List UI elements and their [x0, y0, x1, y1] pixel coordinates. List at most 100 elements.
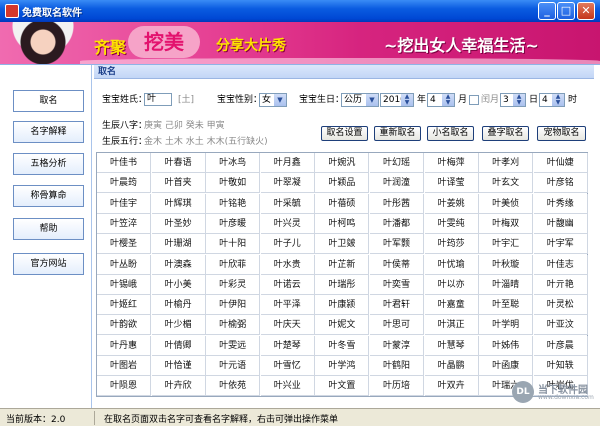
name-cell[interactable]: 叶知轶: [533, 356, 588, 376]
name-cell[interactable]: 叶冰鸟: [206, 153, 261, 173]
name-cell[interactable]: 叶蒙淳: [370, 335, 424, 356]
name-cell[interactable]: 叶韵欲: [97, 315, 151, 336]
nav-name-explain[interactable]: 名字解释: [13, 121, 84, 143]
gender-select[interactable]: 女 ▼: [259, 93, 287, 107]
name-cell[interactable]: 叶妮文: [315, 315, 370, 336]
rename-button[interactable]: 重新取名: [374, 126, 421, 141]
nickname-button[interactable]: 小名取名: [427, 126, 474, 141]
name-cell[interactable]: 叶姜姚: [424, 193, 479, 214]
name-cell[interactable]: 叶兴灵: [260, 213, 315, 234]
double-char-button[interactable]: 叠字取名: [482, 126, 529, 141]
name-cell[interactable]: 叶诺云: [260, 274, 315, 295]
name-cell[interactable]: 叶梅双: [479, 213, 534, 234]
name-cell[interactable]: 叶铭艳: [206, 193, 261, 214]
month-stepper[interactable]: 4 ▲ ▼: [427, 93, 455, 107]
name-cell[interactable]: 叶军颢: [370, 234, 424, 255]
name-cell[interactable]: 叶楚琴: [260, 335, 315, 356]
name-cell[interactable]: 叶水贵: [260, 254, 315, 275]
name-cell[interactable]: 叶芷新: [315, 254, 370, 275]
name-cell[interactable]: 叶亚汶: [533, 315, 588, 336]
name-cell[interactable]: 叶恰谨: [151, 356, 206, 376]
name-cell[interactable]: 叶卫皴: [315, 234, 370, 255]
name-cell[interactable]: 叶学鸿: [315, 356, 370, 376]
name-cell[interactable]: 叶幻瑶: [370, 153, 424, 173]
name-cell[interactable]: 叶彤茜: [370, 193, 424, 214]
name-cell[interactable]: 叶樱圣: [97, 234, 151, 255]
name-cell[interactable]: 叶小美: [151, 274, 206, 295]
name-cell[interactable]: 叶榆丹: [151, 295, 206, 316]
name-cell[interactable]: 叶嘉童: [424, 295, 479, 316]
nav-five-grid[interactable]: 五格分析: [13, 153, 84, 175]
calendar-select[interactable]: 公历 ▼: [341, 93, 379, 107]
name-cell[interactable]: 叶彦晨: [533, 335, 588, 356]
name-cell[interactable]: 叶淇正: [424, 315, 479, 336]
name-cell[interactable]: 叶晶鹏: [424, 356, 479, 376]
name-cell[interactable]: 叶梅萍: [424, 153, 479, 173]
name-cell[interactable]: 叶馥幽: [533, 213, 588, 234]
name-cell[interactable]: 叶玄文: [479, 173, 534, 194]
name-cell[interactable]: 叶秀缘: [533, 193, 588, 214]
close-button[interactable]: ✕: [577, 2, 595, 20]
name-cell[interactable]: 叶柯鸣: [315, 213, 370, 234]
name-cell[interactable]: 叶瑞彤: [315, 274, 370, 295]
name-cell[interactable]: 叶彦铭: [533, 173, 588, 194]
name-cell[interactable]: 叶双卉: [424, 376, 479, 397]
nav-help[interactable]: 帮助: [13, 218, 84, 240]
name-cell[interactable]: 叶美侦: [479, 193, 534, 214]
name-cell[interactable]: 叶敬如: [206, 173, 261, 194]
banner-ad[interactable]: 齐聚 挖美 分享大片秀 ~挖出女人幸福生活~: [0, 22, 600, 64]
name-cell[interactable]: 叶采毓: [260, 193, 315, 214]
nav-bone-weight[interactable]: 称骨算命: [13, 185, 84, 207]
name-cell[interactable]: 叶侯蒂: [370, 254, 424, 275]
name-cell[interactable]: 叶元语: [206, 356, 261, 376]
name-cell[interactable]: 叶文置: [315, 376, 370, 397]
name-cell[interactable]: 叶康颍: [315, 295, 370, 316]
name-cell[interactable]: 叶亓艳: [533, 274, 588, 295]
name-cell[interactable]: 叶雯纯: [424, 213, 479, 234]
name-cell[interactable]: 叶仙婕: [533, 153, 588, 173]
naming-settings-button[interactable]: 取名设置: [321, 126, 368, 141]
name-cell[interactable]: 叶思可: [370, 315, 424, 336]
surname-input[interactable]: 叶: [144, 93, 172, 106]
name-cell[interactable]: 叶圣妙: [151, 213, 206, 234]
name-cell[interactable]: 叶翠凝: [260, 173, 315, 194]
name-cell[interactable]: 叶佳书: [97, 153, 151, 173]
name-cell[interactable]: 叶慧琴: [424, 335, 479, 356]
name-cell[interactable]: 叶平泽: [260, 295, 315, 316]
name-cell[interactable]: 叶君轩: [370, 295, 424, 316]
year-stepper[interactable]: 2010 ▲ ▼: [380, 93, 414, 107]
name-cell[interactable]: 叶佳宇: [97, 193, 151, 214]
name-cell[interactable]: 叶雪忆: [260, 356, 315, 376]
name-cell[interactable]: 叶卉欣: [151, 376, 206, 397]
name-cell[interactable]: 叶彦暖: [206, 213, 261, 234]
nav-naming[interactable]: 取名: [13, 90, 84, 112]
name-cell[interactable]: 叶以亦: [424, 274, 479, 295]
name-cell[interactable]: 叶冬雪: [315, 335, 370, 356]
name-cell[interactable]: 叶筠莎: [424, 234, 479, 255]
name-cell[interactable]: 叶澳森: [151, 254, 206, 275]
name-cell[interactable]: 叶雯远: [206, 335, 261, 356]
name-cell[interactable]: 叶月鑫: [260, 153, 315, 173]
name-cell[interactable]: 叶欣菲: [206, 254, 261, 275]
name-cell[interactable]: 叶宇汇: [479, 234, 534, 255]
name-cell[interactable]: 叶蓓硕: [315, 193, 370, 214]
name-cell[interactable]: 叶淄晴: [479, 274, 534, 295]
name-cell[interactable]: 叶秋璇: [479, 254, 534, 275]
maximize-button[interactable]: □: [557, 2, 575, 20]
name-cell[interactable]: 叶庆天: [260, 315, 315, 336]
name-cell[interactable]: 叶孝刈: [479, 153, 534, 173]
name-cell[interactable]: 叶伊阳: [206, 295, 261, 316]
name-cell[interactable]: 叶十阳: [206, 234, 261, 255]
name-cell[interactable]: 叶历培: [370, 376, 424, 397]
name-cell[interactable]: 叶倩卿: [151, 335, 206, 356]
name-cell[interactable]: 叶丹惠: [97, 335, 151, 356]
name-cell[interactable]: 叶珊湖: [151, 234, 206, 255]
name-cell[interactable]: 叶榆弼: [206, 315, 261, 336]
name-cell[interactable]: 叶兴业: [260, 376, 315, 397]
name-cell[interactable]: 叶锡峨: [97, 274, 151, 295]
day-stepper[interactable]: 3 ▲ ▼: [500, 93, 526, 107]
name-cell[interactable]: 叶晨筠: [97, 173, 151, 194]
name-cell[interactable]: 叶笠淬: [97, 213, 151, 234]
name-cell[interactable]: 叶函康: [479, 356, 534, 376]
name-cell[interactable]: 叶译莹: [424, 173, 479, 194]
